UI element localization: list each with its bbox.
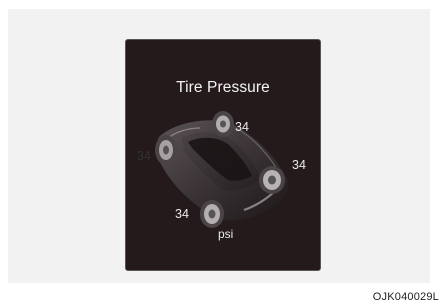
display-title: Tire Pressure: [176, 79, 270, 96]
figure: Tire Pressure 34 34 34 psi 34 OJK040029L: [0, 0, 441, 306]
car-icon: [155, 111, 289, 228]
tire-pressure-front-left: 34: [137, 149, 151, 163]
wheel-rear-left: [200, 200, 224, 228]
wheel-front-right: [212, 111, 234, 137]
wheel-front-left: [155, 135, 177, 165]
cluster-display: Tire Pressure 34 34 34 psi: [125, 39, 321, 271]
tire-pressure-rear-right: 34: [292, 158, 306, 172]
wheel-rear-right: [259, 166, 285, 194]
tire-pressure-front-right: 34: [235, 120, 249, 134]
pressure-unit: psi: [218, 227, 234, 241]
tire-pressure-rear-left: 34: [175, 207, 189, 221]
figure-code: OJK040029L: [372, 291, 439, 303]
